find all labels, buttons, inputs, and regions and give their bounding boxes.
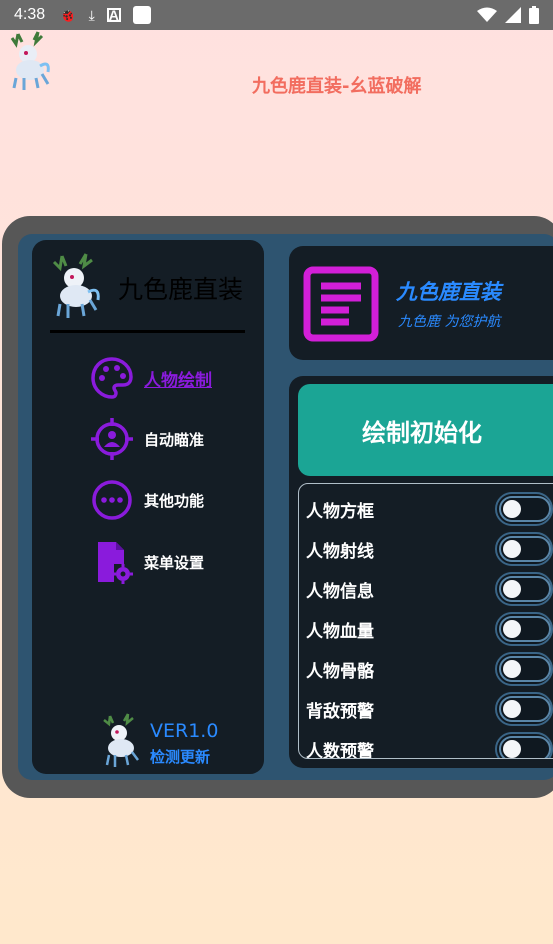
- settings-file-icon: [98, 542, 133, 584]
- sidebar-item-menu-settings[interactable]: 菜单设置: [90, 540, 204, 584]
- more-icon: [92, 480, 132, 520]
- switch-knob: [503, 620, 521, 638]
- toggle-row-back-warning: 背敌预警: [299, 689, 553, 729]
- info-esp-switch[interactable]: [495, 572, 553, 606]
- brand-title: 九色鹿直装: [396, 280, 501, 304]
- drawing-init-button[interactable]: 绘制初始化: [298, 384, 553, 476]
- toggle-label: 背敌预警: [306, 701, 374, 722]
- switch-knob: [503, 660, 521, 678]
- toggle-row-count-warning: 人数预警: [299, 729, 553, 759]
- app-title: 九色鹿直装-幺蓝破解: [252, 76, 422, 97]
- sidebar-divider: [50, 330, 245, 333]
- box-esp-switch[interactable]: [495, 492, 553, 526]
- toggle-row-line: 人物射线: [299, 529, 553, 569]
- toggle-label: 人数预警: [306, 741, 374, 759]
- switch-knob: [503, 700, 521, 718]
- sidebar-item-label: 自动瞄准: [144, 430, 205, 449]
- square-notification-icon: [132, 6, 151, 24]
- status-time: 4:38: [14, 6, 46, 23]
- toggle-label: 人物信息: [306, 581, 374, 602]
- count-warning-switch[interactable]: [495, 732, 553, 758]
- deer-logo-icon: [52, 253, 100, 318]
- sidebar-title: 九色鹿直装: [118, 275, 244, 304]
- document-icon: [303, 266, 379, 342]
- skeleton-esp-switch[interactable]: [495, 652, 553, 686]
- crosshair-icon: [91, 418, 133, 460]
- deer-logo-icon: [10, 31, 50, 90]
- switch-knob: [503, 580, 521, 598]
- switch-knob: [503, 500, 521, 518]
- download-icon: ⤓: [88, 6, 95, 23]
- signal-icon: [505, 7, 521, 23]
- toggle-list[interactable]: 人物方框 人物射线 人物信息 人物血量 人物骨骼 背敌预警 人数预警: [298, 483, 553, 759]
- toggle-row-box: 人物方框: [299, 489, 553, 529]
- brand-subtitle: 九色鹿 为您护航: [398, 314, 501, 330]
- battery-icon: [529, 6, 539, 24]
- toggle-label: 人物骨骼: [306, 661, 374, 682]
- toggle-label: 人物射线: [306, 541, 374, 562]
- switch-knob: [503, 540, 521, 558]
- status-right: [477, 6, 539, 24]
- wifi-icon: [477, 7, 497, 22]
- toggle-row-info: 人物信息: [299, 569, 553, 609]
- deer-logo-icon: [103, 713, 139, 767]
- palette-icon: [91, 357, 133, 399]
- health-esp-switch[interactable]: [495, 612, 553, 646]
- sidebar-item-other-functions[interactable]: 其他功能: [90, 478, 204, 522]
- back-warning-switch[interactable]: [495, 692, 553, 726]
- check-update-button[interactable]: 检测更新: [150, 746, 210, 767]
- sidebar-item-character-drawing[interactable]: 人物绘制: [90, 356, 212, 400]
- a-notification-icon: A: [106, 7, 121, 23]
- switch-knob: [503, 740, 521, 758]
- toggle-row-skeleton: 人物骨骼: [299, 649, 553, 689]
- toggle-row-health: 人物血量: [299, 609, 553, 649]
- bug-icon: 🐞: [59, 6, 77, 23]
- line-esp-switch[interactable]: [495, 532, 553, 566]
- sidebar-item-label: 其他功能: [144, 491, 205, 510]
- toggle-label: 人物方框: [306, 501, 374, 522]
- version-label: VER1.0: [150, 720, 219, 742]
- sidebar-item-label: 人物绘制: [144, 370, 212, 391]
- sidebar-item-label: 菜单设置: [144, 553, 205, 572]
- toggle-label: 人物血量: [306, 621, 374, 642]
- sidebar-item-auto-aim[interactable]: 自动瞄准: [90, 417, 204, 461]
- status-bar: 4:38 🐞 ⤓ A: [0, 0, 553, 30]
